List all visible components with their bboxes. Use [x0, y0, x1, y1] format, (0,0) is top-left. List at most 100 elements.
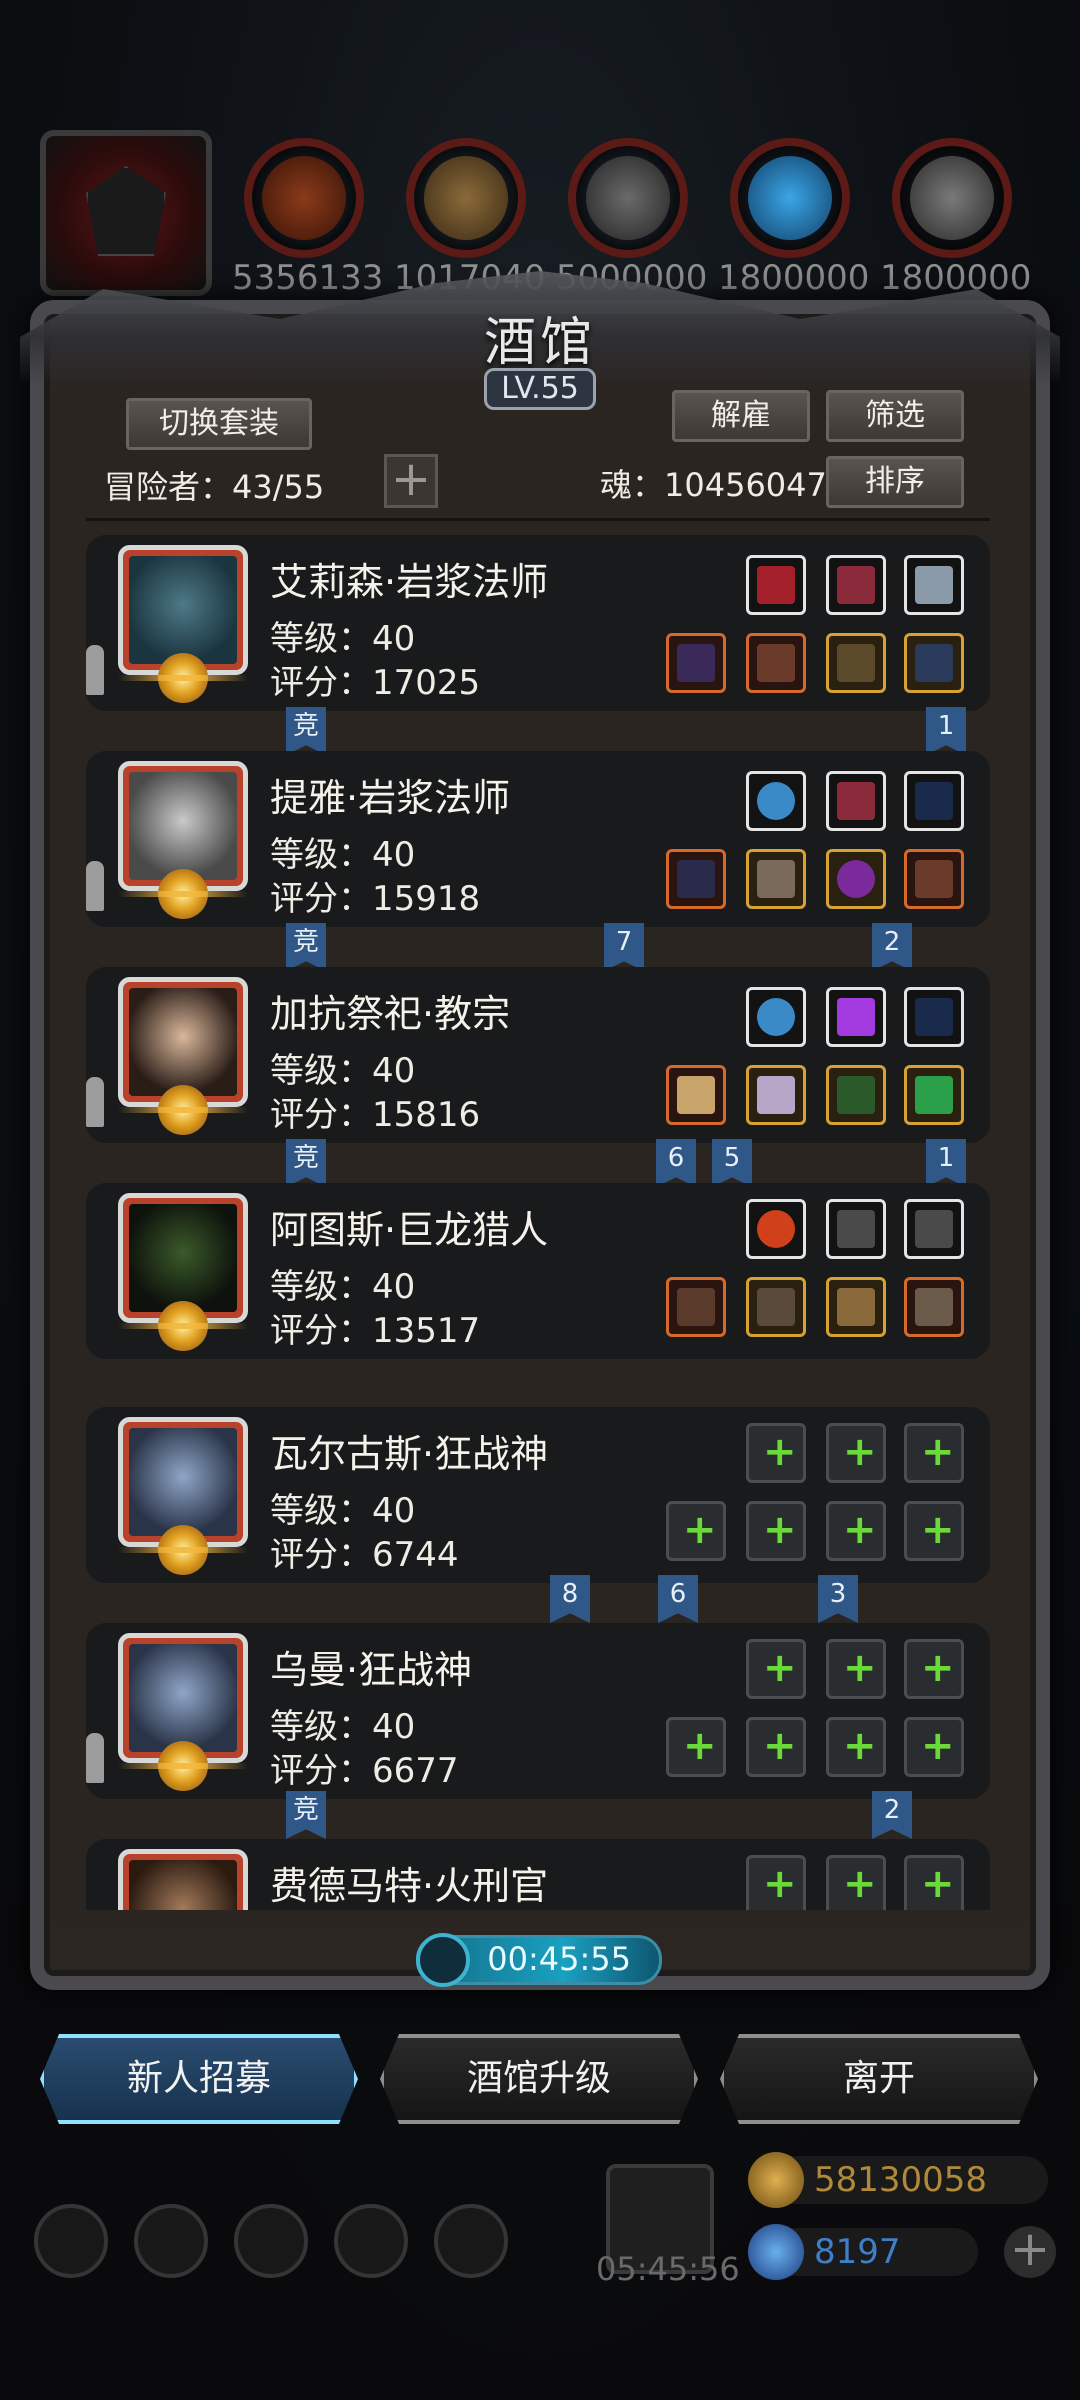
- add-equip-icon[interactable]: +: [746, 1639, 806, 1699]
- add-equip-icon[interactable]: +: [666, 1501, 726, 1561]
- orb-icon[interactable]: [746, 771, 806, 831]
- add-equip-icon[interactable]: +: [826, 1717, 886, 1777]
- star-emblem-icon: [118, 1301, 248, 1351]
- hero-level: 等级：40: [270, 1267, 416, 1307]
- iron-value: 1800000: [880, 258, 1032, 298]
- add-equip-icon[interactable]: +: [826, 1501, 886, 1561]
- hero-card[interactable]: 阿图斯·巨龙猎人 等级：40 评分：13517: [86, 1183, 990, 1359]
- robe-icon[interactable]: [746, 849, 806, 909]
- add-equip-icon[interactable]: +: [904, 1717, 964, 1777]
- hero-level: 等级：40: [270, 1707, 416, 1747]
- hero-card[interactable]: 费德马特·火刑官 + + +: [86, 1839, 990, 1910]
- gift-timer: 05:45:56: [596, 2250, 740, 2288]
- staff-icon[interactable]: [666, 633, 726, 693]
- tavern-upgrade-button[interactable]: 酒馆升级: [380, 2034, 698, 2124]
- add-equip-icon[interactable]: +: [904, 1423, 964, 1483]
- green-gem-icon[interactable]: [904, 1065, 964, 1125]
- amulet-icon[interactable]: [746, 555, 806, 615]
- soul-count: 魂：10456047: [600, 466, 827, 504]
- add-equip-icon[interactable]: +: [746, 1501, 806, 1561]
- rank-tag: 7: [604, 923, 644, 971]
- cloak-icon[interactable]: [826, 771, 886, 831]
- star-emblem-icon: [118, 1085, 248, 1135]
- add-equip-icon[interactable]: +: [904, 1855, 964, 1910]
- star-emblem-icon: [118, 869, 248, 919]
- sword-icon[interactable]: [826, 1277, 886, 1337]
- add-equip-icon[interactable]: +: [746, 1423, 806, 1483]
- leave-button[interactable]: 离开: [720, 2034, 1038, 2124]
- add-equip-icon[interactable]: +: [904, 1639, 964, 1699]
- cloak-icon[interactable]: [826, 555, 886, 615]
- rank-tag: 6: [656, 1139, 696, 1187]
- recruit-button[interactable]: 新人招募: [40, 2034, 358, 2124]
- robe-icon[interactable]: [746, 1065, 806, 1125]
- fire-icon[interactable]: [746, 1199, 806, 1259]
- book-icon[interactable]: [904, 849, 964, 909]
- helm-icon[interactable]: [826, 1199, 886, 1259]
- hero-list[interactable]: 艾莉森·岩浆法师 等级：40 评分：17025 竞 1 提雅·岩浆法师 等级：4…: [86, 535, 990, 1910]
- scythe-icon[interactable]: [666, 849, 726, 909]
- mask-icon[interactable]: [904, 1277, 964, 1337]
- sort-button[interactable]: 排序: [826, 456, 964, 508]
- eye-orb-icon[interactable]: [826, 849, 886, 909]
- hero-name: 提雅·岩浆法师: [270, 776, 511, 820]
- crystal-icon: [730, 138, 850, 258]
- stone-icon: [568, 138, 688, 258]
- add-equip-icon[interactable]: +: [746, 1717, 806, 1777]
- add-equip-icon[interactable]: +: [826, 1423, 886, 1483]
- settings-icon[interactable]: [34, 2204, 108, 2278]
- bow-icon[interactable]: [904, 987, 964, 1047]
- helm-icon[interactable]: [904, 1199, 964, 1259]
- robe-icon[interactable]: [746, 633, 806, 693]
- hero-card[interactable]: 瓦尔古斯·狂战神 等级：40 评分：6744 + + + + + + +: [86, 1407, 990, 1583]
- arena-tag: 竞: [286, 923, 326, 971]
- hero-card[interactable]: 艾莉森·岩浆法师 等级：40 评分：17025: [86, 535, 990, 711]
- add-equip-icon[interactable]: +: [746, 1855, 806, 1910]
- header-divider: [86, 518, 990, 521]
- gem-icon[interactable]: [826, 987, 886, 1047]
- tome-icon[interactable]: [904, 555, 964, 615]
- meat-icon: [244, 138, 364, 258]
- rank-tag: 5: [712, 1139, 752, 1187]
- add-gems-button[interactable]: +: [1004, 2225, 1056, 2278]
- player-portrait[interactable]: [40, 130, 212, 296]
- ghost-icon: [86, 1733, 104, 1783]
- add-slot-button[interactable]: +: [384, 454, 438, 508]
- tavern-title: 酒馆: [483, 313, 596, 373]
- add-equip-icon[interactable]: +: [666, 1717, 726, 1777]
- ghost-icon: [86, 1077, 104, 1127]
- hero-score: 评分：15816: [270, 1095, 481, 1135]
- rifle-icon[interactable]: [666, 1277, 726, 1337]
- avatar[interactable]: [118, 1849, 248, 1910]
- hero-score: 评分：17025: [270, 663, 481, 703]
- mail-icon[interactable]: [334, 2204, 408, 2278]
- hero-card[interactable]: 乌曼·狂战神 等级：40 评分：6677 + + + + + + +: [86, 1623, 990, 1799]
- add-equip-icon[interactable]: +: [826, 1855, 886, 1910]
- rank-tag: 8: [550, 1575, 590, 1623]
- hero-name: 加抗祭祀·教宗: [270, 992, 511, 1036]
- hero-card[interactable]: 加抗祭祀·教宗 等级：40 评分：15816: [86, 967, 990, 1143]
- add-equip-icon[interactable]: +: [826, 1639, 886, 1699]
- gem-icon: [748, 2224, 804, 2280]
- hero-card[interactable]: 提雅·岩浆法师 等级：40 评分：15918: [86, 751, 990, 927]
- add-equip-icon[interactable]: +: [904, 1501, 964, 1561]
- rank-tag: 2: [872, 923, 912, 971]
- orb-icon[interactable]: [746, 987, 806, 1047]
- armor-icon[interactable]: [746, 1277, 806, 1337]
- shop-icon[interactable]: [434, 2204, 508, 2278]
- arena-tag: 竞: [286, 1791, 326, 1839]
- bow-icon[interactable]: [904, 771, 964, 831]
- boots-icon[interactable]: [904, 633, 964, 693]
- guild-icon[interactable]: [234, 2204, 308, 2278]
- necklace-icon[interactable]: [826, 1065, 886, 1125]
- gold-counter: 58130058: [748, 2152, 1048, 2208]
- switch-outfit-button[interactable]: 切换套装: [126, 398, 312, 450]
- filter-button[interactable]: 筛选: [826, 390, 964, 442]
- achievement-icon[interactable]: [134, 2204, 208, 2278]
- meat-value: 5356133: [232, 258, 384, 298]
- rank-tag: 2: [872, 1791, 912, 1839]
- gem-value: 8197: [814, 2232, 901, 2272]
- hammer-icon[interactable]: [666, 1065, 726, 1125]
- dismiss-button[interactable]: 解雇: [672, 390, 810, 442]
- armor-icon[interactable]: [826, 633, 886, 693]
